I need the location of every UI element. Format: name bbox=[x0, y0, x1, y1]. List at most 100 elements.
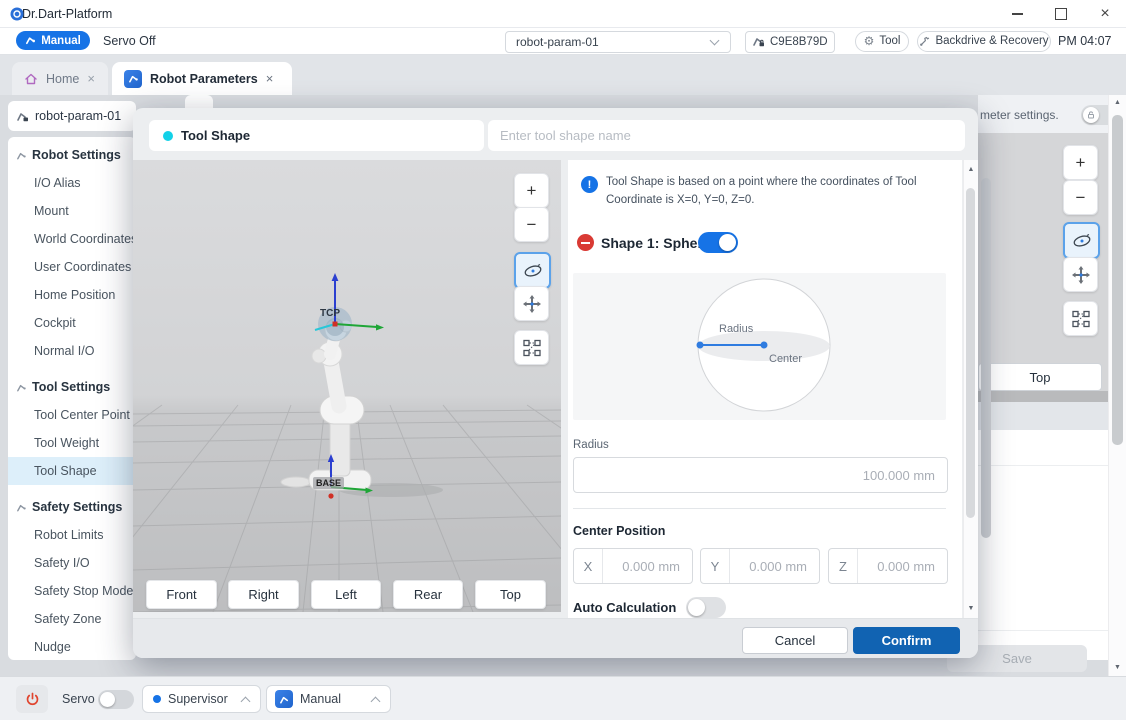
view-rear-button[interactable]: Rear bbox=[393, 580, 463, 609]
robot-lock-icon bbox=[752, 35, 765, 48]
servo-status: Servo Off bbox=[103, 34, 156, 48]
close-button[interactable]: × bbox=[1088, 0, 1122, 28]
pan-icon bbox=[521, 293, 543, 315]
nav-item-label: Home Position bbox=[34, 288, 115, 302]
tab-home-close-icon[interactable]: × bbox=[87, 72, 95, 85]
shape-settings-panel: ! Tool Shape is based on a point where t… bbox=[568, 160, 962, 618]
page-scrollbar[interactable]: ▲ ▼ bbox=[1108, 95, 1126, 676]
sidebar-item-world-coordinates[interactable]: World Coordinates bbox=[8, 225, 136, 253]
param-file-select[interactable]: robot-param-01 bbox=[505, 31, 731, 53]
scroll-up-icon[interactable]: ▲ bbox=[1109, 99, 1126, 106]
scroll-up-icon[interactable]: ▲ bbox=[964, 166, 978, 173]
nav-item-label: Safety Zone bbox=[34, 612, 101, 626]
view-top-button[interactable]: Top bbox=[475, 580, 546, 609]
sidebar-item-normal-io[interactable]: Normal I/O bbox=[8, 337, 136, 365]
power-button[interactable] bbox=[16, 685, 48, 713]
auto-calculation-toggle[interactable] bbox=[686, 597, 726, 618]
cancel-button[interactable]: Cancel bbox=[742, 627, 848, 654]
bg-zoom-in-button[interactable]: + bbox=[1063, 145, 1098, 180]
sidebar-item-tool-weight[interactable]: Tool Weight bbox=[8, 429, 136, 457]
measure-icon bbox=[521, 337, 543, 359]
sidebar-item-home-position[interactable]: Home Position bbox=[8, 281, 136, 309]
center-y-input[interactable]: Y 0.000 mm bbox=[700, 548, 820, 584]
nav-item-label: Tool Center Point bbox=[34, 408, 130, 422]
dialog-3d-viewport[interactable]: TCP BASE + − Front Right Left Rear Top bbox=[133, 160, 561, 612]
sidebar-item-safety-zone[interactable]: Safety Zone bbox=[8, 605, 136, 633]
sidebar-item-robot-limits[interactable]: Robot Limits bbox=[8, 521, 136, 549]
scroll-down-icon[interactable]: ▼ bbox=[964, 605, 978, 612]
backdrive-recovery-button[interactable]: Backdrive & Recovery bbox=[917, 31, 1051, 52]
sphere-diagram: Radius Center bbox=[573, 273, 946, 420]
view-front-button[interactable]: Front bbox=[146, 580, 217, 609]
pan-icon bbox=[1070, 264, 1092, 286]
bg-measure-button[interactable] bbox=[1063, 301, 1098, 336]
role-select-value: Supervisor bbox=[168, 692, 228, 706]
shape-enable-toggle[interactable] bbox=[698, 232, 738, 253]
nav-section-tool-settings: Tool Settings bbox=[8, 373, 136, 401]
robot-lock-icon bbox=[16, 110, 29, 123]
settings-note-text: meter settings. bbox=[980, 108, 1059, 122]
role-select[interactable]: Supervisor bbox=[142, 685, 261, 713]
bg-view-top-button[interactable]: Top bbox=[978, 363, 1102, 391]
tab-robot-parameters-close-icon[interactable]: × bbox=[266, 72, 274, 85]
sidebar-item-nudge[interactable]: Nudge bbox=[8, 633, 136, 660]
tool-shape-name-input[interactable] bbox=[488, 120, 965, 151]
sidebar-item-tool-shape[interactable]: Tool Shape bbox=[8, 457, 136, 485]
robot-serial-badge[interactable]: C9E8B79D bbox=[745, 31, 835, 53]
measure-button[interactable] bbox=[514, 330, 549, 365]
sidebar-item-mount[interactable]: Mount bbox=[8, 197, 136, 225]
tab-home[interactable]: Home × bbox=[12, 62, 108, 95]
sidebar-item-safety-io[interactable]: Safety I/O bbox=[8, 549, 136, 577]
view-left-button[interactable]: Left bbox=[311, 580, 381, 609]
center-x-input[interactable]: X 0.000 mm bbox=[573, 548, 693, 584]
clock: PM 04:07 bbox=[1058, 34, 1112, 48]
gear-icon: ⚙ bbox=[864, 35, 875, 47]
robot-icon bbox=[16, 150, 27, 161]
robot-parameters-icon bbox=[124, 70, 142, 88]
servo-toggle[interactable] bbox=[98, 690, 134, 709]
radius-input[interactable]: 100.000 mm bbox=[573, 457, 948, 493]
manual-mode-button[interactable]: Manual bbox=[16, 31, 90, 50]
center-position-label: Center Position bbox=[573, 524, 665, 538]
robot-icon bbox=[16, 502, 27, 513]
view-right-button[interactable]: Right bbox=[228, 580, 299, 609]
bg-pan-button[interactable] bbox=[1063, 257, 1098, 292]
radius-value: 100.000 mm bbox=[863, 468, 935, 483]
pan-button[interactable] bbox=[514, 286, 549, 321]
tool-button[interactable]: ⚙ Tool bbox=[855, 31, 909, 52]
dialog-scrollbar-thumb[interactable] bbox=[966, 188, 975, 518]
dialog-scrollbar[interactable]: ▲ ▼ bbox=[963, 160, 978, 618]
shape-header: Shape 1: Sphere bbox=[601, 235, 711, 251]
sidebar-item-tool-center-point[interactable]: Tool Center Point bbox=[8, 401, 136, 429]
zoom-out-button[interactable]: − bbox=[514, 207, 549, 242]
bg-orbit-button[interactable] bbox=[1063, 222, 1100, 259]
base-label: BASE bbox=[313, 477, 344, 489]
confirm-button[interactable]: Confirm bbox=[853, 627, 960, 654]
sidebar-item-io-alias[interactable]: I/O Alias bbox=[8, 169, 136, 197]
orbit-button[interactable] bbox=[514, 252, 551, 289]
backdrive-recovery-label: Backdrive & Recovery bbox=[935, 35, 1048, 47]
scroll-down-icon[interactable]: ▼ bbox=[1109, 664, 1126, 671]
zoom-in-button[interactable]: + bbox=[514, 173, 549, 208]
maximize-button[interactable] bbox=[1044, 0, 1078, 28]
background-floor-strip bbox=[978, 391, 1108, 402]
nav-item-label: World Coordinates bbox=[34, 232, 136, 246]
sidebar-collapse-handle[interactable] bbox=[185, 95, 213, 109]
settings-note-bar: meter settings. bbox=[978, 95, 1126, 133]
minimize-button[interactable] bbox=[1000, 0, 1034, 28]
mode-select[interactable]: Manual bbox=[266, 685, 391, 713]
bg-view-top-label: Top bbox=[1030, 370, 1051, 385]
center-z-input[interactable]: Z 0.000 mm bbox=[828, 548, 948, 584]
page-scrollbar-thumb[interactable] bbox=[1112, 115, 1123, 445]
sidebar-item-cockpit[interactable]: Cockpit bbox=[8, 309, 136, 337]
sidebar-item-user-coordinates[interactable]: User Coordinates bbox=[8, 253, 136, 281]
remove-shape-icon[interactable] bbox=[577, 234, 594, 251]
tab-robot-parameters[interactable]: Robot Parameters × bbox=[112, 62, 292, 95]
tab-bar: Home × Robot Parameters × bbox=[0, 55, 1126, 95]
robot-serial-value: C9E8B79D bbox=[770, 36, 828, 48]
param-file-value: robot-param-01 bbox=[516, 35, 599, 49]
bg-zoom-out-button[interactable]: − bbox=[1063, 180, 1098, 215]
background-scrollbar-thumb[interactable] bbox=[981, 178, 991, 538]
nav-item-label: Mount bbox=[34, 204, 69, 218]
sidebar-item-safety-stop-modes[interactable]: Safety Stop Modes bbox=[8, 577, 136, 605]
